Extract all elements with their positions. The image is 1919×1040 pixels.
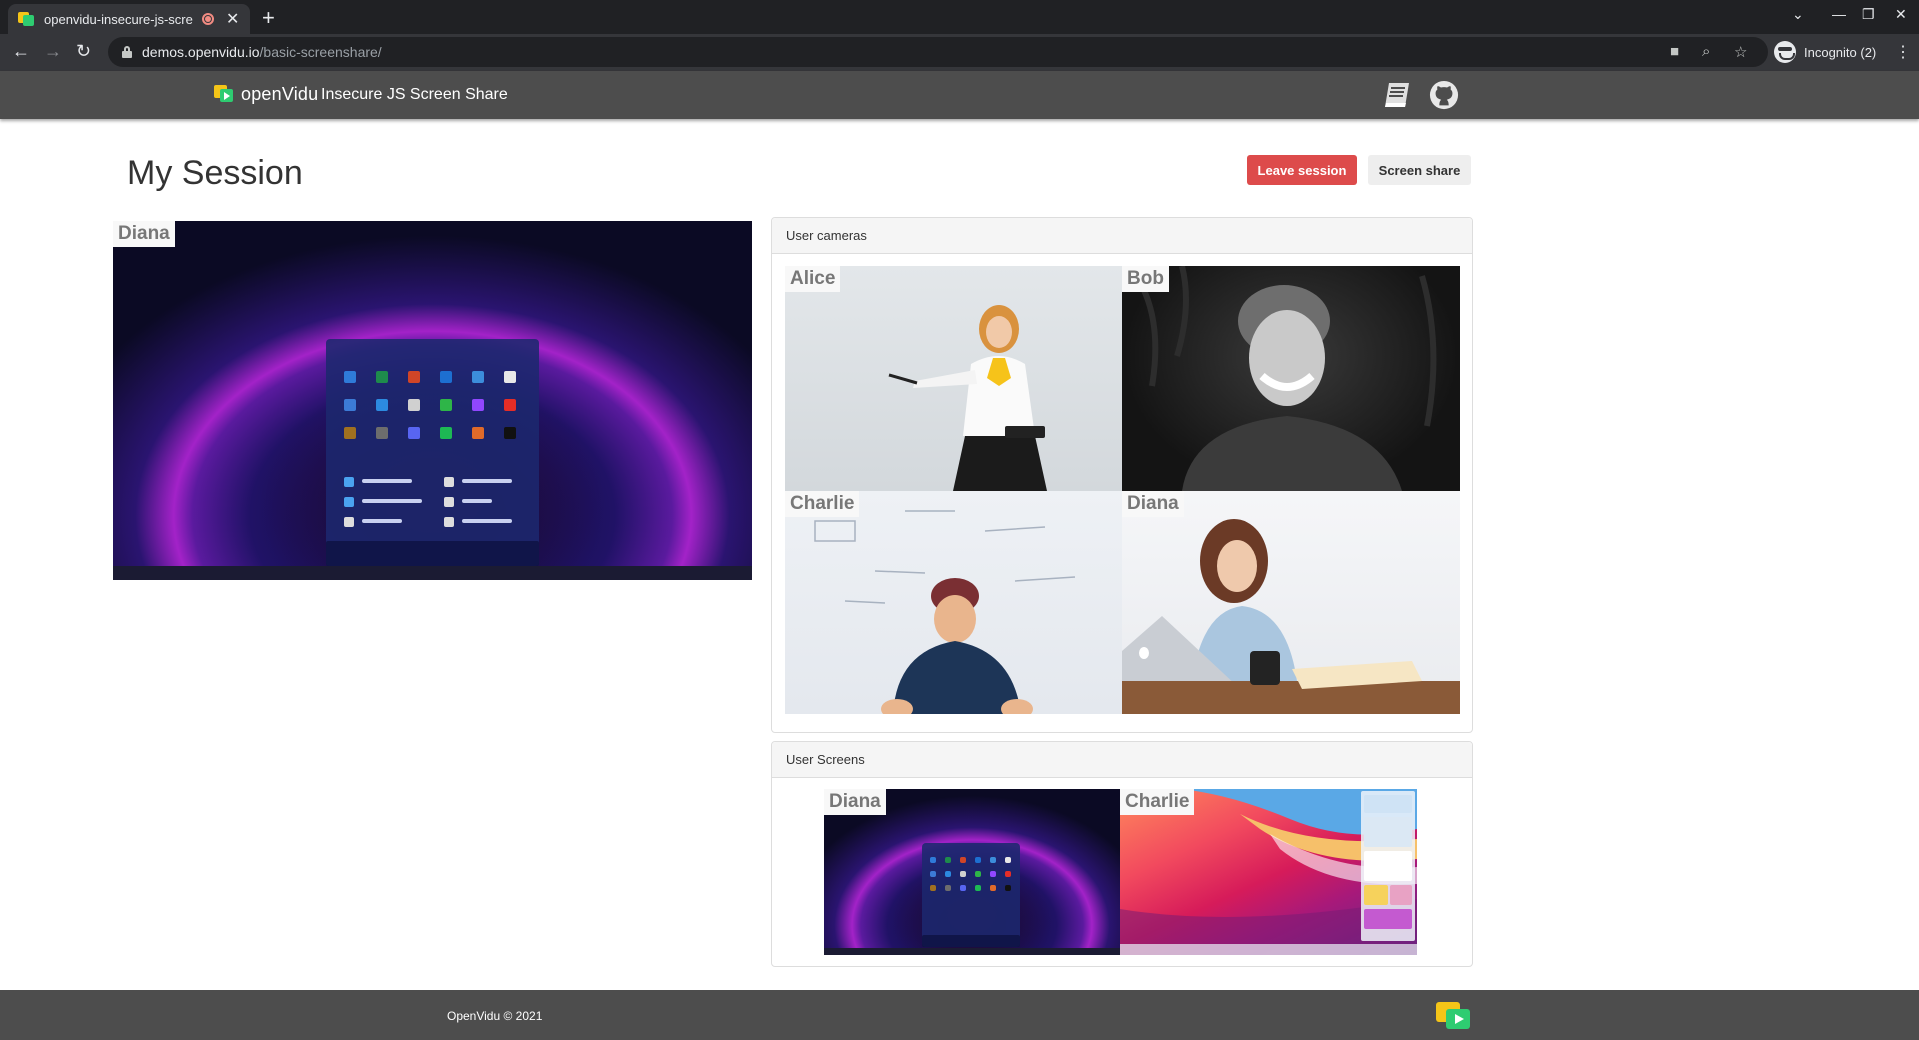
camera-video-charlie[interactable]: Charlie — [785, 491, 1122, 714]
screen-share-button[interactable]: Screen share — [1368, 155, 1471, 185]
start-menu-image — [326, 339, 539, 566]
forward-arrow-icon[interactable]: → — [44, 41, 62, 61]
openvidu-favicon-icon — [18, 11, 34, 27]
camera-video-diana[interactable]: Diana — [1122, 491, 1460, 714]
macos-dock-image — [1120, 944, 1417, 955]
leave-session-button[interactable]: Leave session — [1247, 155, 1357, 185]
macos-notification-panel-image — [1361, 791, 1415, 941]
browser-menu-icon[interactable]: ⋮ — [1895, 42, 1911, 62]
screen-video-charlie[interactable]: Charlie — [1120, 789, 1417, 955]
address-bar[interactable]: demos.openvidu.io/basic-screenshare/ ■ ⌕… — [108, 37, 1768, 67]
close-tab-icon[interactable]: ✕ — [226, 9, 239, 29]
camera-name-tag: Alice — [785, 266, 841, 292]
footer-copyright: OpenVidu © 2021 — [447, 1009, 543, 1023]
bob-camera-image — [1139, 266, 1437, 491]
url-text: demos.openvidu.io/basic-screenshare/ — [142, 44, 382, 60]
new-tab-plus-icon[interactable]: + — [262, 5, 275, 31]
browser-tab[interactable]: openvidu-insecure-js-scre ✕ — [8, 4, 250, 34]
browser-tab-strip: openvidu-insecure-js-scre ✕ + ⌄ — ❐ ✕ — [0, 0, 1919, 34]
browser-toolbar: ← → ↻ demos.openvidu.io/basic-screenshar… — [0, 34, 1919, 71]
camera-video-alice[interactable]: Alice — [785, 266, 1122, 491]
screen-video-diana[interactable]: Diana — [824, 789, 1120, 955]
app-navbar: openVidu Insecure JS Screen Share — [0, 71, 1919, 119]
user-cameras-heading: User cameras — [772, 218, 1472, 254]
reload-icon[interactable]: ↻ — [76, 41, 91, 61]
camera-name-tag: Charlie — [785, 491, 860, 517]
tab-title: openvidu-insecure-js-scre — [44, 11, 193, 27]
camera-name-tag: Diana — [1122, 491, 1184, 517]
openvidu-logo-icon[interactable] — [1436, 1002, 1472, 1030]
back-arrow-icon[interactable]: ← — [12, 41, 30, 61]
windows-taskbar-image — [824, 948, 1120, 955]
minimize-window-icon[interactable]: — — [1832, 6, 1846, 22]
user-screens-heading: User Screens — [772, 742, 1472, 778]
openvidu-logo-icon[interactable] — [214, 85, 234, 103]
app-title[interactable]: Insecure JS Screen Share — [321, 86, 508, 104]
docs-book-icon[interactable] — [1381, 80, 1413, 110]
recording-indicator-icon — [202, 13, 214, 25]
close-window-icon[interactable]: ✕ — [1895, 6, 1907, 23]
alice-camera-image — [888, 305, 1047, 491]
url-path: /basic-screenshare/ — [259, 44, 382, 60]
zoom-icon[interactable]: ⌕ — [1702, 43, 1710, 60]
video-name-tag: Diana — [113, 221, 175, 247]
start-menu-image — [922, 843, 1020, 947]
page-footer: OpenVidu © 2021 — [0, 990, 1919, 1040]
camera-in-use-icon[interactable]: ■ — [1670, 43, 1679, 60]
main-video[interactable]: Diana — [113, 221, 752, 580]
lock-icon — [122, 46, 132, 58]
screen-name-tag: Charlie — [1120, 789, 1195, 815]
windows-taskbar-image — [113, 566, 752, 580]
charlie-camera-image — [814, 510, 1076, 714]
restore-window-icon[interactable]: ❐ — [1862, 6, 1875, 23]
brand-name[interactable]: openVidu — [241, 84, 318, 105]
incognito-icon — [1774, 41, 1796, 63]
incognito-profile-button[interactable]: Incognito (2) — [1770, 38, 1884, 66]
url-domain: demos.openvidu.io — [142, 44, 260, 60]
camera-name-tag: Bob — [1122, 266, 1169, 292]
github-icon[interactable] — [1428, 80, 1460, 110]
tab-search-chevron-icon[interactable]: ⌄ — [1792, 6, 1804, 23]
profile-label: Incognito (2) — [1804, 44, 1877, 60]
screen-name-tag: Diana — [824, 789, 886, 815]
bookmark-star-icon[interactable]: ☆ — [1734, 43, 1747, 61]
camera-video-bob[interactable]: Bob — [1122, 266, 1460, 491]
diana-camera-image — [1122, 519, 1460, 714]
session-title: My Session — [127, 154, 303, 192]
